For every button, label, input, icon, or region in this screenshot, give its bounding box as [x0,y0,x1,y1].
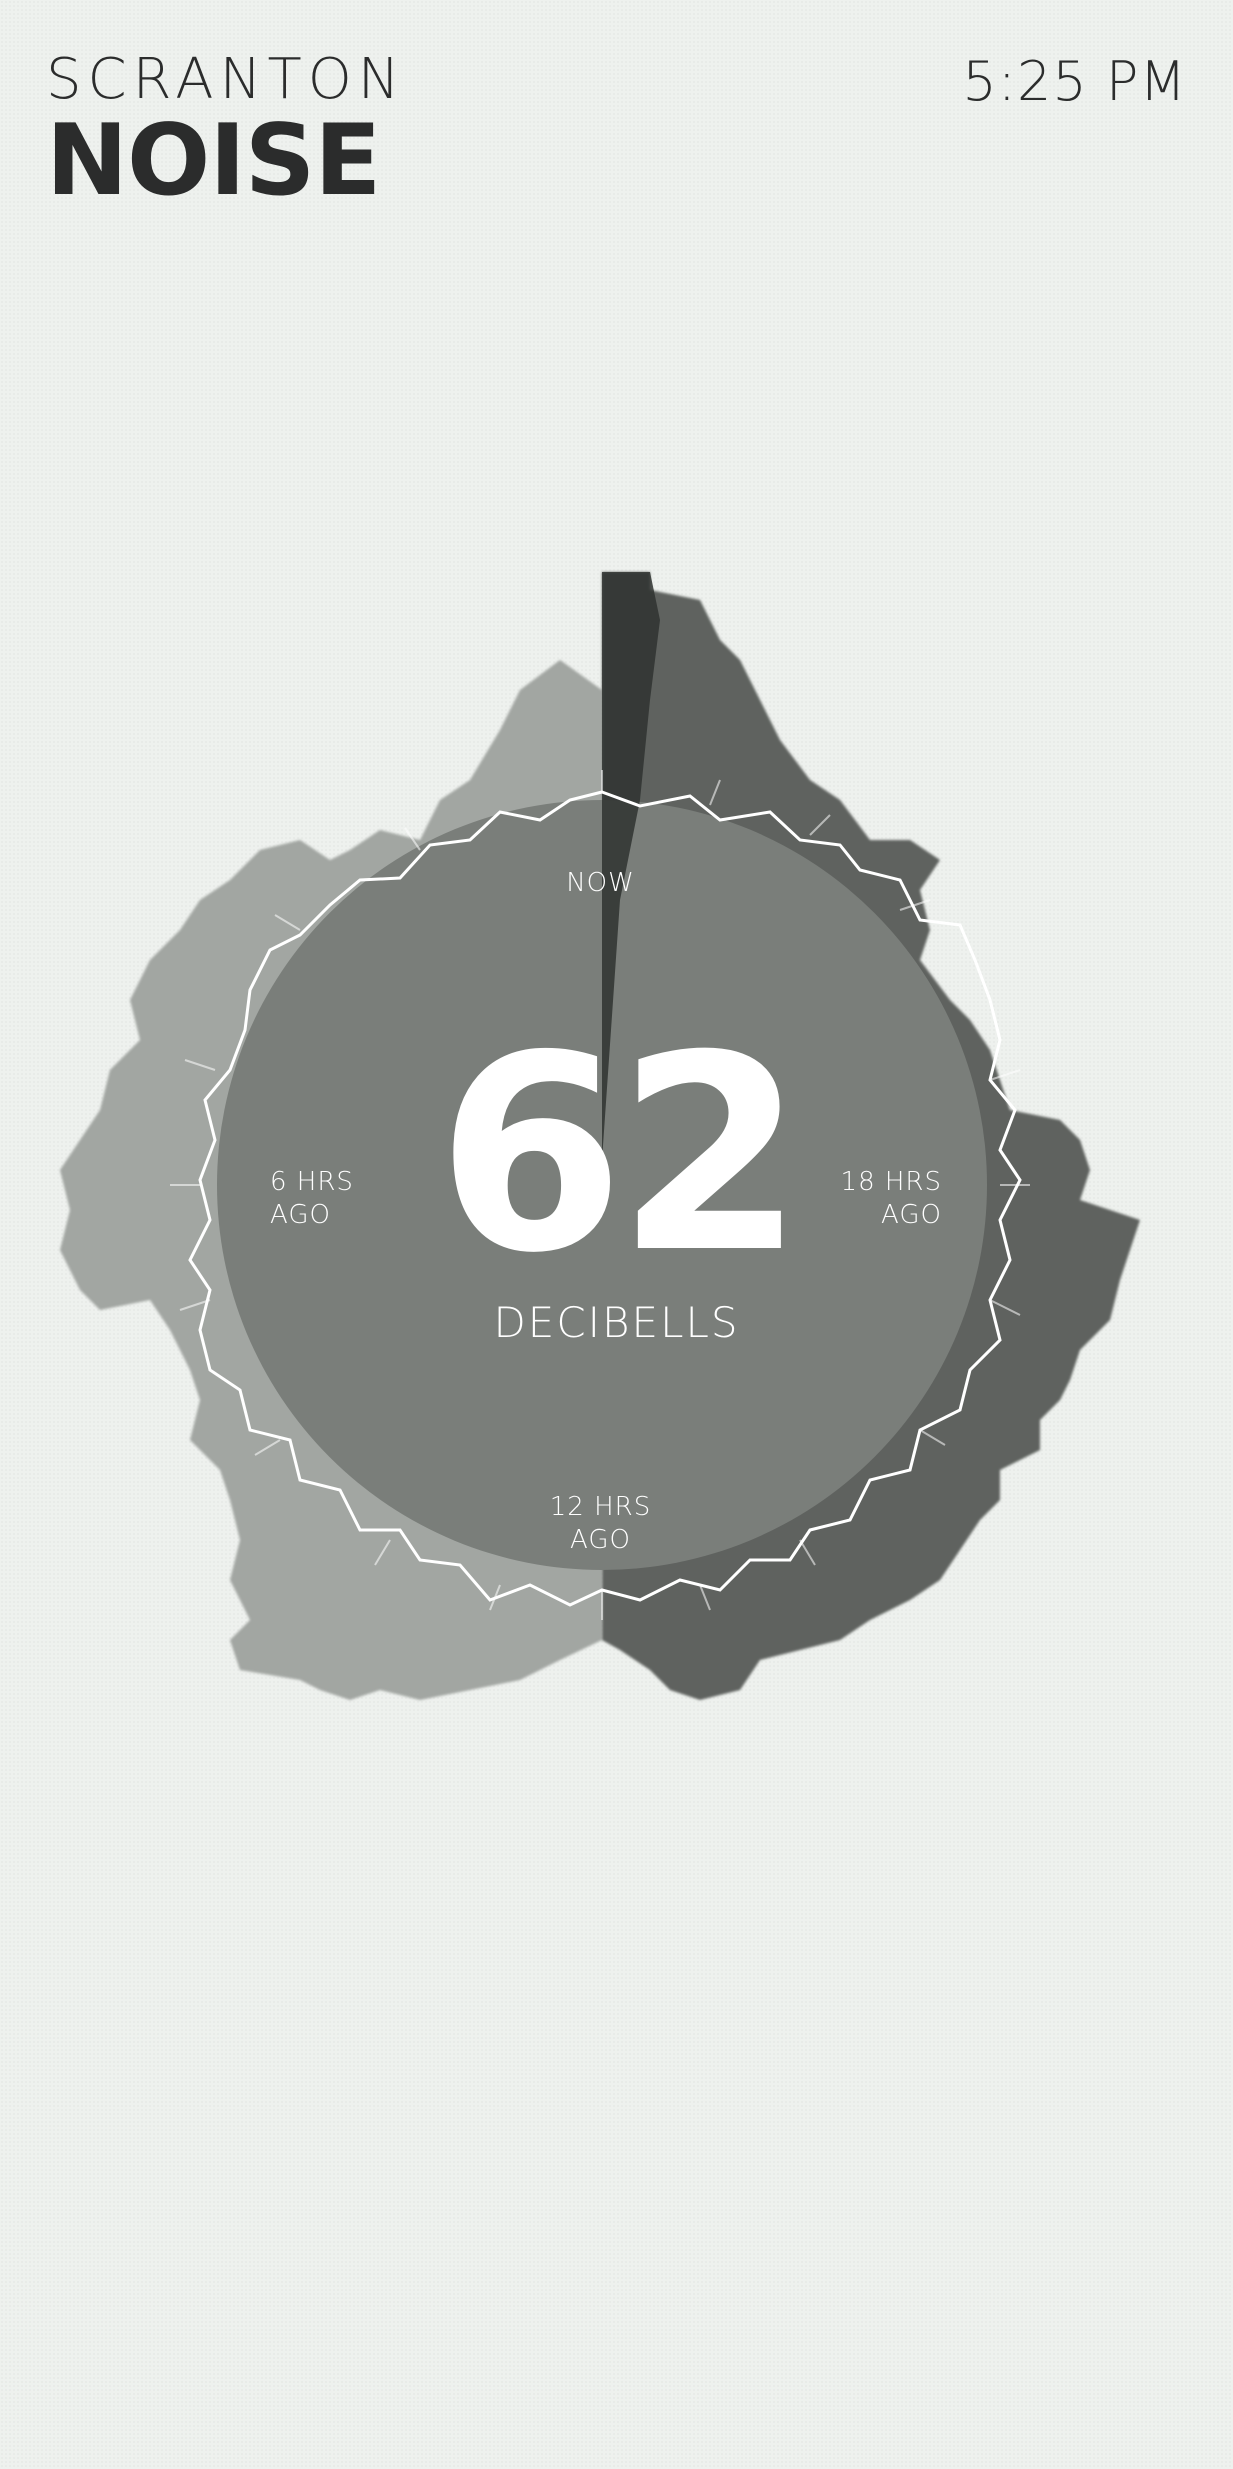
label-12-hrs-line2: AGO [570,1525,631,1555]
label-now: NOW [566,868,635,898]
decibel-unit: DECIBELLS [493,1298,740,1347]
current-time: 5:25 PM [962,50,1187,113]
city-name: SCRANTON [46,47,406,112]
app-title: NOISE [46,104,381,218]
noise-screen: SCRANTON NOISE 5:25 PM NOW 6 HRS AGO 18 … [0,0,1233,2469]
app-brand: SCRANTON NOISE [46,47,406,218]
label-12-hrs-ago: 12 HRS AGO [0,1491,1201,1557]
decibel-value: 62 [436,997,805,1312]
label-12-hrs-line1: 12 HRS [549,1492,652,1522]
